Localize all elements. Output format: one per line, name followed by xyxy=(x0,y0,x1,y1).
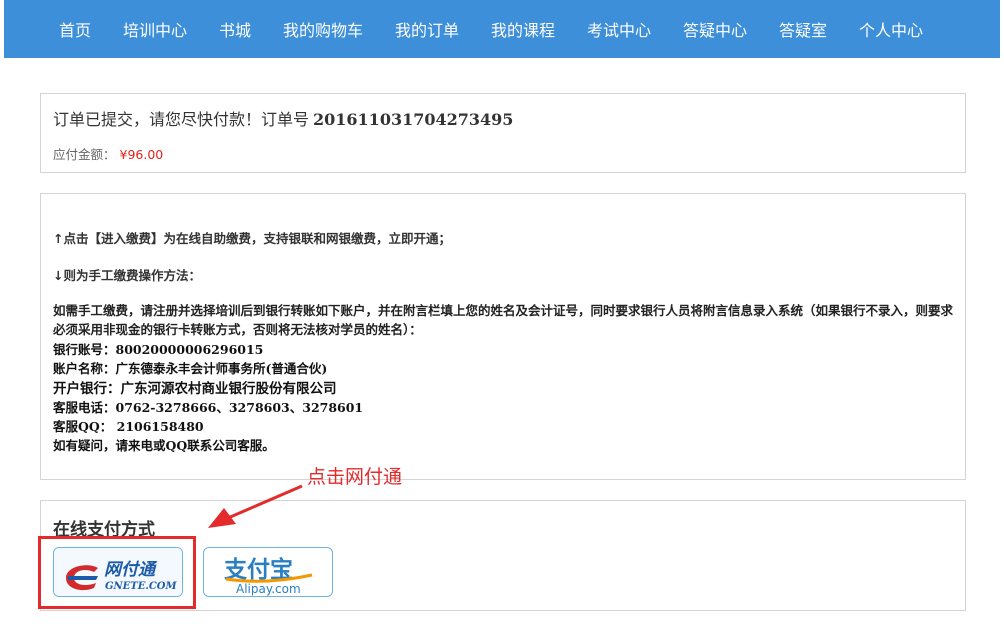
nav-item-2[interactable]: 培训中心 xyxy=(123,0,187,58)
nav-item-1[interactable]: 首页 xyxy=(59,0,91,58)
nav-item-3[interactable]: 书城 xyxy=(219,0,251,58)
order-number: 201611031704273495 xyxy=(313,110,514,129)
top-navbar: 首页 培训中心 书城 我的购物车 我的订单 我的课程 考试中心 答疑中心 答疑室 个人中心 xyxy=(4,0,1000,58)
account-name: 账户名称：广东德泰永丰会计师事务所(普通合伙) xyxy=(53,361,328,376)
service-qq: 客服QQ： 2106158480 xyxy=(53,419,204,434)
bank-account-number: 银行账号：80020000006296015 xyxy=(53,342,264,357)
manual-pay-paragraph: 如需手工缴费，请注册并选择培训后到银行转账如下账户，并在附言栏填上您的姓名及会计… xyxy=(53,303,954,337)
click-gnete-annotation: 点击网付通 xyxy=(307,466,403,488)
manual-pay-hint: ↓则为手工缴费操作方法： xyxy=(53,268,201,283)
payment-instructions-panel: ↑点击【进入缴费】为在线自助缴费，支持银联和网银缴费，立即开通； ↓则为手工缴费… xyxy=(40,193,966,480)
amount-due-value: ¥96.00 xyxy=(119,147,164,162)
online-pay-hint: ↑点击【进入缴费】为在线自助缴费，支持银联和网银缴费，立即开通； xyxy=(53,231,451,246)
nav-item-4[interactable]: 我的购物车 xyxy=(283,0,363,58)
alipay-payment-button[interactable]: 支付宝 Alipay.com xyxy=(203,547,333,597)
order-submitted-message: 订单已提交，请您尽快付款！订单号 201611031704273495 xyxy=(53,110,514,129)
annotation-arrow-icon xyxy=(208,484,303,528)
service-phone: 客服电话：0762-3278666、3278603、3278601 xyxy=(53,400,364,415)
amount-due: 应付金额： ¥96.00 xyxy=(53,144,163,163)
bank-name: 开户银行：广东河源农村商业银行股份有限公司 xyxy=(53,381,337,397)
nav-item-6[interactable]: 我的课程 xyxy=(491,0,555,58)
amount-due-label: 应付金额： xyxy=(53,147,116,162)
alipay-logo-en: Alipay.com xyxy=(236,582,301,596)
nav-item-10[interactable]: 个人中心 xyxy=(859,0,923,58)
nav-item-5[interactable]: 我的订单 xyxy=(395,0,459,58)
nav-item-8[interactable]: 答疑中心 xyxy=(683,0,747,58)
alipay-logo-icon: 支付宝 Alipay.com xyxy=(223,556,313,596)
nav-item-7[interactable]: 考试中心 xyxy=(587,0,651,58)
order-summary-panel: 订单已提交，请您尽快付款！订单号 201611031704273495 应付金额：… xyxy=(40,93,966,173)
nav-item-9[interactable]: 答疑室 xyxy=(779,0,827,58)
gnete-highlight-box xyxy=(38,536,196,609)
contact-note: 如有疑问，请来电或QQ联系公司客服。 xyxy=(53,438,275,453)
